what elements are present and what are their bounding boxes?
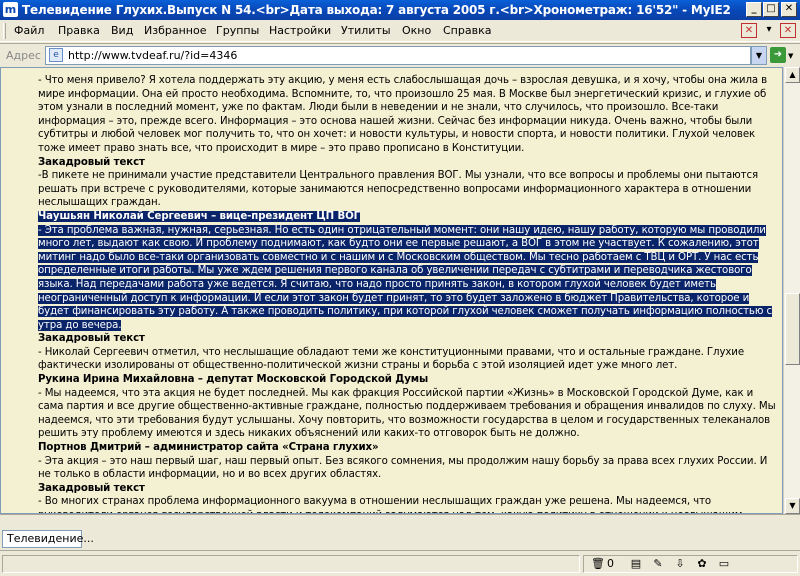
status-text-segment <box>2 555 580 573</box>
article-paragraph: - Эта акция – это наш первый шаг, наш пе… <box>38 455 768 481</box>
menu-edit[interactable]: Правка <box>58 24 100 37</box>
article-paragraph: - Мы надеемся, что эта акция не будет по… <box>38 387 776 440</box>
toolbar-grip[interactable] <box>3 23 6 39</box>
tab-current-page[interactable]: Телевидение... <box>2 530 94 548</box>
address-label: Адрес <box>6 49 41 62</box>
article-paragraph: -В пикете не принимали участие представи… <box>38 170 758 209</box>
menu-bar: Файл Правка Вид Избранное Группы Настрой… <box>0 20 800 42</box>
speaker-heading-selected: Чаушьян Николай Сергеевич – вице-президе… <box>38 210 361 222</box>
menu-settings[interactable]: Настройки <box>269 24 331 37</box>
app-icon: m <box>3 2 18 17</box>
close-window-button[interactable]: ✕ <box>781 2 797 17</box>
minimize-button[interactable]: _ <box>746 2 762 17</box>
scroll-down-icon[interactable]: ▼ <box>785 498 800 514</box>
article-paragraph: - Во многих странах проблема информацион… <box>38 496 742 513</box>
close-all-icon[interactable]: ✕ <box>780 23 796 38</box>
chevron-down-icon[interactable]: ▾ <box>761 23 777 38</box>
address-url[interactable]: http://www.tvdeaf.ru/?id=4346 <box>68 49 237 62</box>
address-bar: Адрес e http://www.tvdeaf.ru/?id=4346 ▼ … <box>0 43 800 67</box>
go-arrow-icon[interactable]: ➜ <box>770 47 786 63</box>
trash-icon[interactable]: 🗑 <box>590 556 606 572</box>
page-content[interactable]: - Что меня привело? Я хотела поддержать … <box>0 67 783 514</box>
scroll-thumb[interactable] <box>785 293 800 365</box>
page-icon: e <box>49 48 63 62</box>
article-paragraph: - Николай Сергеевич отметил, что неслыша… <box>38 346 744 372</box>
menu-help[interactable]: Справка <box>443 24 491 37</box>
article-paragraph: - Что меня привело? Я хотела поддержать … <box>38 75 768 154</box>
book-icon[interactable]: ▤ <box>628 556 644 572</box>
menu-favorites[interactable]: Избранное <box>144 24 206 37</box>
window-title: Телевидение Глухих.Выпуск N 54.<br>Дата … <box>22 3 731 17</box>
article: - Что меня привело? Я хотела поддержать … <box>38 74 776 513</box>
vertical-scrollbar[interactable]: ▲ ▼ <box>783 67 800 514</box>
tab-bar: Телевидение... <box>0 514 800 550</box>
article-subheading: Закадровый текст <box>38 482 145 494</box>
menu-view[interactable]: Вид <box>111 24 133 37</box>
menu-file[interactable]: Файл <box>14 24 44 37</box>
speaker-heading: Рукина Ирина Михайловна – депутат Москов… <box>38 374 429 386</box>
maximize-button[interactable]: □ <box>763 2 779 17</box>
go-dropdown-icon[interactable]: ▼ <box>788 52 793 60</box>
monitor-icon[interactable]: ▭ <box>716 556 732 572</box>
address-dropdown-icon[interactable]: ▼ <box>751 46 767 65</box>
article-subheading: Закадровый текст <box>38 156 145 168</box>
menu-utilities[interactable]: Утилиты <box>341 24 391 37</box>
title-bar: m Телевидение Глухих.Выпуск N 54.<br>Дат… <box>0 0 800 20</box>
article-subheading: Закадровый текст <box>38 333 145 345</box>
status-bar: 🗑 0 ▤ ✎ ⇩ ✿ ▭ <box>0 550 800 576</box>
menu-window[interactable]: Окно <box>402 24 431 37</box>
brush-icon[interactable]: ✎ <box>650 556 666 572</box>
status-tools-segment <box>583 555 798 573</box>
download-icon[interactable]: ⇩ <box>672 556 688 572</box>
scroll-up-icon[interactable]: ▲ <box>785 67 800 83</box>
gear-icon[interactable]: ✿ <box>694 556 710 572</box>
menu-groups[interactable]: Группы <box>216 24 259 37</box>
speaker-heading: Портнов Дмитрий – администратор сайта «С… <box>38 442 379 454</box>
close-tab-icon[interactable]: ✕ <box>741 23 757 38</box>
article-paragraph-selected: - Эта проблема важная, нужная, серьезная… <box>38 224 772 331</box>
closed-count: 0 <box>607 557 614 570</box>
address-input[interactable]: e http://www.tvdeaf.ru/?id=4346 <box>45 46 751 65</box>
